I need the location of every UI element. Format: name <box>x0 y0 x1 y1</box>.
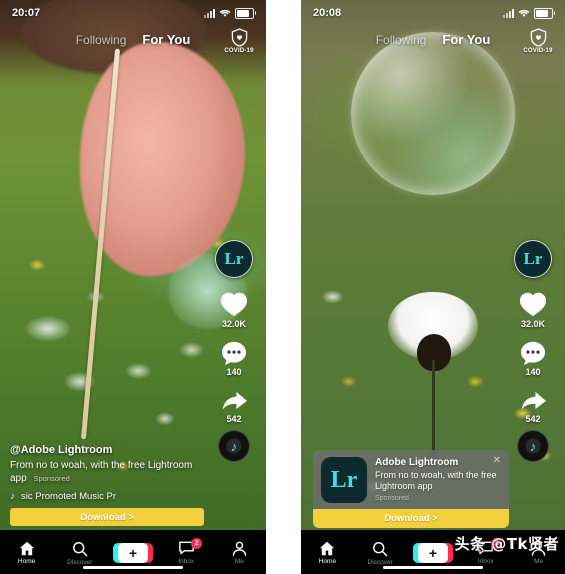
nav-label-discover: Discover <box>67 558 93 566</box>
share-button[interactable]: 542 <box>520 389 547 424</box>
home-icon <box>320 541 335 556</box>
tab-for-you[interactable]: For You <box>142 32 190 47</box>
action-rail-left: Lr 32.0K 140 542 ♪ <box>210 240 258 462</box>
status-time: 20:07 <box>12 7 41 19</box>
avatar[interactable]: Lr <box>215 240 253 278</box>
music-ticker[interactable]: ♪ sic Promoted Music Pr <box>10 491 204 502</box>
battery-icon <box>235 7 256 19</box>
nav-label-inbox: Inbox <box>477 558 494 565</box>
inbox-badge: 2 <box>191 538 203 549</box>
wifi-icon <box>219 9 231 17</box>
like-button[interactable]: 32.0K <box>219 290 249 329</box>
share-button[interactable]: 542 <box>221 389 248 424</box>
nav-item-create[interactable]: + <box>111 543 155 563</box>
battery-icon <box>534 7 555 19</box>
download-button[interactable]: Download > <box>313 509 509 528</box>
action-rail-right: Lr 32.0K 140 542 ♪ <box>509 240 557 462</box>
shield-heart-icon <box>530 28 546 47</box>
person-icon <box>232 541 247 556</box>
app-title: Adobe Lightroom <box>375 457 459 468</box>
app-install-text: Adobe Lightroom From no to woah, with th… <box>375 457 501 503</box>
status-time: 20:08 <box>313 7 342 19</box>
share-count: 542 <box>525 414 541 424</box>
phone-left: 20:07 Following For You COVID-19 Lr 32.0… <box>0 0 266 574</box>
search-icon <box>373 541 388 556</box>
status-icons <box>204 7 256 19</box>
nav-item-create[interactable]: + <box>411 543 455 563</box>
caption-username[interactable]: @Adobe Lightroom <box>10 444 204 456</box>
heart-icon <box>519 292 547 317</box>
app-install-card: Lr Adobe Lightroom From no to woah, with… <box>313 450 509 528</box>
video-bubble-right <box>351 31 515 196</box>
screen-left: 20:07 Following For You COVID-19 Lr 32.0… <box>0 0 266 574</box>
share-arrow-icon <box>222 391 247 410</box>
dual-phone-screenshot: 20:07 Following For You COVID-19 Lr 32.0… <box>0 0 565 574</box>
nav-item-home[interactable]: Home <box>5 541 49 565</box>
nav-label-me: Me <box>534 558 544 565</box>
plus-create-icon[interactable]: + <box>112 543 153 563</box>
tab-following[interactable]: Following <box>76 33 127 47</box>
comment-count: 140 <box>226 367 242 377</box>
caption-block-left: @Adobe Lightroom From no to woah, with t… <box>10 444 204 502</box>
home-icon <box>19 541 34 556</box>
share-count: 542 <box>226 414 242 424</box>
status-bar-right: 20:08 <box>301 0 565 26</box>
signal-bars-icon <box>204 8 215 18</box>
sponsored-label: Sponsored <box>375 495 409 502</box>
like-count: 32.0K <box>520 319 546 329</box>
nav-item-home[interactable]: Home <box>305 541 349 565</box>
nav-label-discover: Discover <box>367 558 393 566</box>
nav-item-discover[interactable]: Discover <box>58 541 102 566</box>
nav-item-discover[interactable]: Discover <box>358 541 402 566</box>
comment-icon <box>520 341 546 366</box>
phone-right: 20:08 Following For You COVID-19 Lr 32.0… <box>301 0 565 574</box>
home-indicator-right <box>383 566 483 569</box>
app-install-card-top: Lr Adobe Lightroom From no to woah, with… <box>321 456 501 503</box>
share-arrow-icon <box>521 391 546 410</box>
watermark: 头条 @Tk贤者 <box>454 535 559 553</box>
home-indicator-left <box>83 566 183 569</box>
tab-following[interactable]: Following <box>376 33 427 47</box>
comment-button[interactable]: 140 <box>221 341 247 377</box>
avatar[interactable]: Lr <box>514 240 552 278</box>
nav-label-me: Me <box>234 558 244 565</box>
app-icon[interactable]: Lr <box>321 457 367 503</box>
comment-button[interactable]: 140 <box>520 341 546 377</box>
music-disc-button[interactable]: ♪ <box>517 430 549 462</box>
nav-label-home: Home <box>17 558 36 565</box>
wifi-icon <box>518 9 530 17</box>
close-icon[interactable]: ✕ <box>493 456 501 466</box>
covid-label: COVID-19 <box>523 48 553 54</box>
music-disc-button[interactable]: ♪ <box>218 430 250 462</box>
sponsored-label: Sponsored <box>33 474 70 483</box>
app-description: From no to woah, with the free Lightroom… <box>375 470 497 491</box>
covid-button-left[interactable]: COVID-19 <box>220 28 258 54</box>
music-ticker-text: sic Promoted Music Pr <box>21 491 117 502</box>
music-note-icon: ♪ <box>10 491 15 502</box>
status-bar-left: 20:07 <box>0 0 266 26</box>
screen-right: 20:08 Following For You COVID-19 Lr 32.0… <box>301 0 565 574</box>
shield-heart-icon <box>231 28 247 47</box>
heart-icon <box>220 292 248 317</box>
nav-label-home: Home <box>318 558 337 565</box>
nav-item-inbox[interactable]: 2 Inbox <box>164 538 208 565</box>
covid-label: COVID-19 <box>224 48 254 54</box>
like-button[interactable]: 32.0K <box>518 290 548 329</box>
nav-item-me[interactable]: Me <box>217 541 261 565</box>
caption-description-wrap: From no to woah, with the free Lightroom… <box>10 459 204 485</box>
comment-count: 140 <box>525 367 541 377</box>
status-icons <box>503 7 555 19</box>
music-note-icon: ♪ <box>529 438 537 454</box>
signal-bars-icon <box>503 8 514 18</box>
download-button[interactable]: Download > <box>10 508 204 526</box>
search-icon <box>72 541 88 556</box>
music-note-icon: ♪ <box>230 438 238 454</box>
tab-for-you[interactable]: For You <box>442 32 490 47</box>
comment-icon <box>221 341 247 366</box>
plus-create-icon[interactable]: + <box>412 543 453 563</box>
nav-label-inbox: Inbox <box>178 558 195 565</box>
covid-button-right[interactable]: COVID-19 <box>519 28 557 54</box>
like-count: 32.0K <box>221 319 247 329</box>
